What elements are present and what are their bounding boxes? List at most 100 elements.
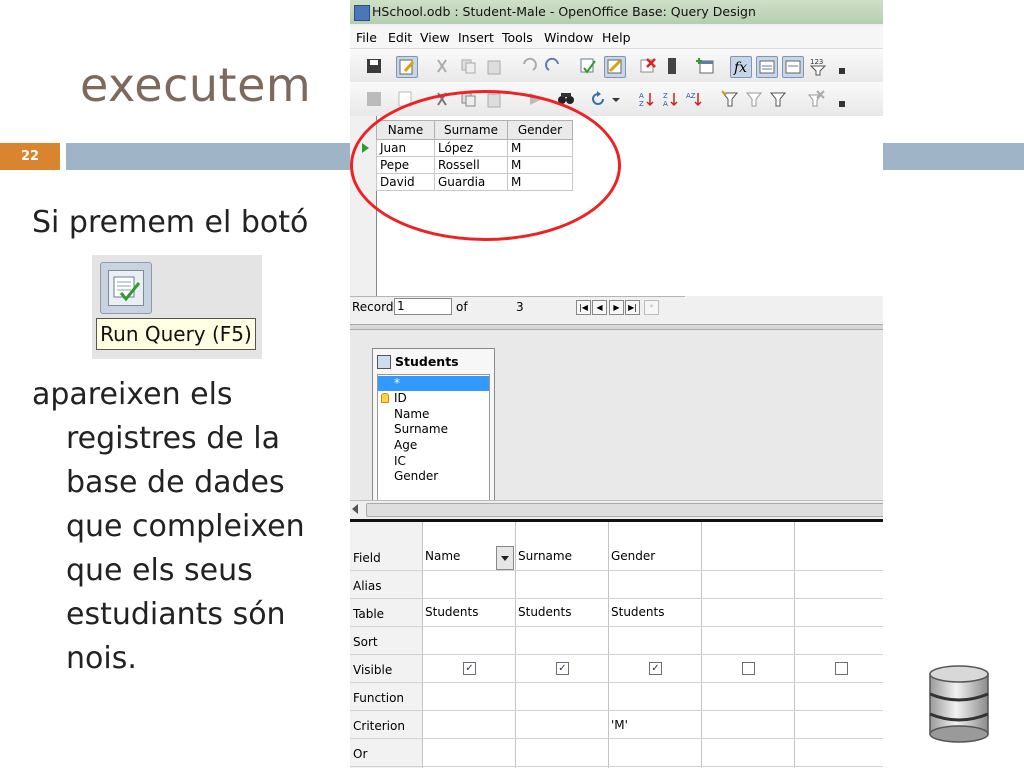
design-view-icon[interactable] xyxy=(604,56,626,78)
visible-checkbox[interactable] xyxy=(742,662,755,675)
row-label-sort: Sort xyxy=(353,635,378,649)
para-line: registres de la xyxy=(66,421,280,456)
last-record-icon[interactable]: ▶| xyxy=(625,300,640,315)
distinct-values-icon[interactable]: 123 xyxy=(808,56,828,76)
menu-bar: File Edit View Insert Tools Window Help xyxy=(350,26,883,49)
first-record-icon[interactable]: |◀ xyxy=(576,300,591,315)
field-list-item[interactable]: Gender xyxy=(394,469,438,483)
menu-edit[interactable]: Edit xyxy=(388,30,412,45)
para-line: estudiants són xyxy=(66,597,286,632)
row-label-criterion: Criterion xyxy=(353,719,405,733)
scrollbar-thumb[interactable] xyxy=(366,503,883,517)
record-label: Record xyxy=(352,300,394,314)
field-list-item[interactable]: ID xyxy=(394,391,407,405)
para-line: que els seus xyxy=(66,553,253,588)
menu-view[interactable]: View xyxy=(420,30,450,45)
toolbar-overflow-icon[interactable] xyxy=(838,56,846,76)
paste-icon[interactable] xyxy=(484,56,504,76)
edit-mode-icon[interactable] xyxy=(396,56,418,78)
para-line: nois. xyxy=(66,641,137,676)
window-title: HSchool.odb : Student-Male - OpenOffice … xyxy=(372,4,756,19)
toolbar2-overflow-icon[interactable] xyxy=(838,89,846,109)
table-cell[interactable]: Students xyxy=(518,605,572,619)
menu-insert[interactable]: Insert xyxy=(458,30,494,45)
title-band-right xyxy=(883,143,1024,170)
field-list-item[interactable]: IC xyxy=(394,454,406,468)
horizontal-scrollbar[interactable] xyxy=(350,500,883,518)
save-icon[interactable] xyxy=(364,56,384,76)
functions-icon[interactable]: fx xyxy=(730,56,752,78)
field-dropdown-icon[interactable] xyxy=(496,546,514,570)
para-line: base de dades xyxy=(66,465,285,500)
copy-icon[interactable] xyxy=(458,56,478,76)
table-name-icon[interactable] xyxy=(756,56,778,78)
record-number-input[interactable]: 1 xyxy=(394,298,452,315)
previous-record-icon[interactable]: ◀ xyxy=(592,300,607,315)
alias-icon[interactable] xyxy=(782,56,804,78)
field-list-item[interactable]: Name xyxy=(394,407,429,421)
standard-filter-icon[interactable] xyxy=(744,89,764,109)
students-table-window[interactable]: Students * ID Name Surname Age IC Gender xyxy=(372,348,495,504)
visible-checkbox[interactable]: ✓ xyxy=(463,662,476,675)
slide-number: 22 xyxy=(0,143,60,170)
red-highlight-circle xyxy=(350,90,621,241)
undo-icon[interactable] xyxy=(518,56,538,76)
svg-text:fx: fx xyxy=(733,60,747,76)
body-intro: Si premem el botó xyxy=(32,205,309,240)
table-cell[interactable]: Students xyxy=(425,605,479,619)
sort-icon[interactable]: AZ xyxy=(684,89,704,109)
remove-filter-icon[interactable] xyxy=(806,89,826,109)
table-design-area: Students * ID Name Surname Age IC Gender xyxy=(350,330,883,504)
add-tables-icon[interactable] xyxy=(696,56,716,76)
field-list: * ID Name Surname Age IC Gender xyxy=(377,374,490,503)
menu-help[interactable]: Help xyxy=(602,30,631,45)
record-total: 3 xyxy=(516,300,524,314)
toolbar-standard: fx 123 xyxy=(350,49,883,84)
toolbar-dropdown-icon[interactable] xyxy=(668,56,676,76)
clear-query-icon[interactable] xyxy=(638,56,658,76)
autofilter-icon[interactable] xyxy=(720,89,740,109)
next-record-icon[interactable]: ▶ xyxy=(609,300,624,315)
menu-window[interactable]: Window xyxy=(544,30,593,45)
svg-text:123: 123 xyxy=(810,58,823,66)
filter-icon[interactable] xyxy=(768,89,788,109)
field-cell[interactable]: Gender xyxy=(611,549,655,563)
cut-icon[interactable] xyxy=(432,56,452,76)
sort-ascending-icon[interactable]: AZ xyxy=(636,89,656,109)
save-record-icon[interactable] xyxy=(364,89,384,109)
title-bar: HSchool.odb : Student-Male - OpenOffice … xyxy=(350,0,883,24)
menu-file[interactable]: File xyxy=(356,30,377,45)
new-record-icon[interactable]: * xyxy=(644,300,659,315)
field-list-item[interactable]: Age xyxy=(394,438,417,452)
visible-checkbox[interactable] xyxy=(835,662,848,675)
row-label-or: Or xyxy=(353,747,368,761)
menu-tools[interactable]: Tools xyxy=(502,30,533,45)
field-name: * xyxy=(394,376,400,390)
svg-text:A: A xyxy=(663,100,668,108)
table-cell[interactable]: Students xyxy=(611,605,665,619)
svg-text:AZ: AZ xyxy=(686,92,696,100)
slide-title: executem xyxy=(80,58,312,112)
refresh-dropdown-icon[interactable] xyxy=(612,89,620,109)
row-label-alias: Alias xyxy=(353,579,382,593)
run-query-toolbar-icon[interactable] xyxy=(578,56,598,76)
scroll-left-icon[interactable] xyxy=(352,504,358,514)
field-list-item-selected[interactable]: * xyxy=(378,376,489,391)
row-label-table: Table xyxy=(353,607,385,621)
table-window-title: Students xyxy=(395,354,459,369)
field-cell[interactable]: Surname xyxy=(518,549,572,563)
query-design-grid: Field Alias Table Sort Visible Function … xyxy=(350,522,883,768)
visible-checkbox[interactable]: ✓ xyxy=(649,662,662,675)
redo-icon[interactable] xyxy=(544,56,564,76)
run-query-button[interactable] xyxy=(100,262,152,314)
criterion-cell[interactable]: 'M' xyxy=(611,718,628,732)
app-icon xyxy=(354,5,370,21)
sort-descending-icon[interactable]: ZA xyxy=(660,89,680,109)
refresh-icon[interactable] xyxy=(588,89,608,109)
para-line: que compleixen xyxy=(66,509,305,544)
field-list-item[interactable]: Surname xyxy=(394,422,448,436)
field-cell[interactable]: Name xyxy=(425,549,460,563)
svg-text:Z: Z xyxy=(639,100,644,108)
visible-checkbox[interactable]: ✓ xyxy=(556,662,569,675)
record-of-label: of xyxy=(456,300,468,314)
